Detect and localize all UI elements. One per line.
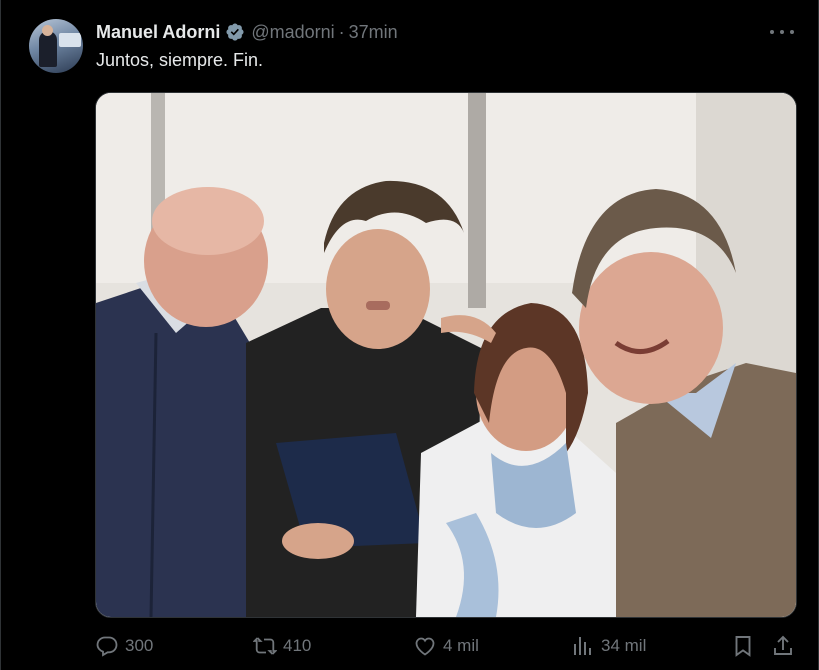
tweet-photo[interactable]: [95, 92, 797, 618]
repost-count: 410: [283, 636, 312, 655]
tweet-actions: 300 410 4 mil 34 mil: [95, 632, 795, 660]
tweet-text: Juntos, siempre. Fin.: [96, 50, 264, 70]
share-button[interactable]: [771, 632, 801, 660]
timestamp[interactable]: 37min: [349, 22, 398, 43]
heart-icon: [415, 637, 435, 656]
reply-button[interactable]: 300: [95, 632, 153, 660]
more-dot: [770, 30, 774, 34]
more-options-icon[interactable]: [770, 24, 794, 40]
repost-icon: [253, 637, 277, 655]
avatar-background-board: [59, 33, 81, 47]
like-count: 4 mil: [443, 636, 479, 655]
like-button[interactable]: 4 mil: [413, 632, 479, 660]
author-handle[interactable]: @madorni: [251, 22, 334, 43]
tweet-header: Manuel Adorni @madorni · 37min: [96, 20, 398, 44]
views-button[interactable]: 34 mil: [571, 632, 646, 660]
separator-dot: ·: [338, 21, 345, 42]
reply-count: 300: [125, 636, 154, 655]
bookmark-icon: [735, 636, 751, 657]
photo-illustration: [96, 93, 796, 617]
more-dot: [790, 30, 794, 34]
share-icon: [774, 635, 792, 655]
views-chart-icon: [574, 637, 591, 655]
views-count: 34 mil: [601, 636, 647, 655]
reply-icon: [96, 636, 118, 657]
avatar-head: [42, 25, 53, 36]
tweet-card[interactable]: Manuel Adorni @madorni · 37min Juntos, s…: [0, 0, 819, 670]
more-dot: [780, 30, 784, 34]
avatar-figure: [39, 31, 57, 67]
author-avatar[interactable]: [29, 19, 83, 73]
bookmark-button[interactable]: [731, 632, 761, 660]
verified-badge-icon[interactable]: [225, 22, 245, 42]
author-name[interactable]: Manuel Adorni: [96, 22, 220, 43]
repost-button[interactable]: 410: [253, 632, 311, 660]
